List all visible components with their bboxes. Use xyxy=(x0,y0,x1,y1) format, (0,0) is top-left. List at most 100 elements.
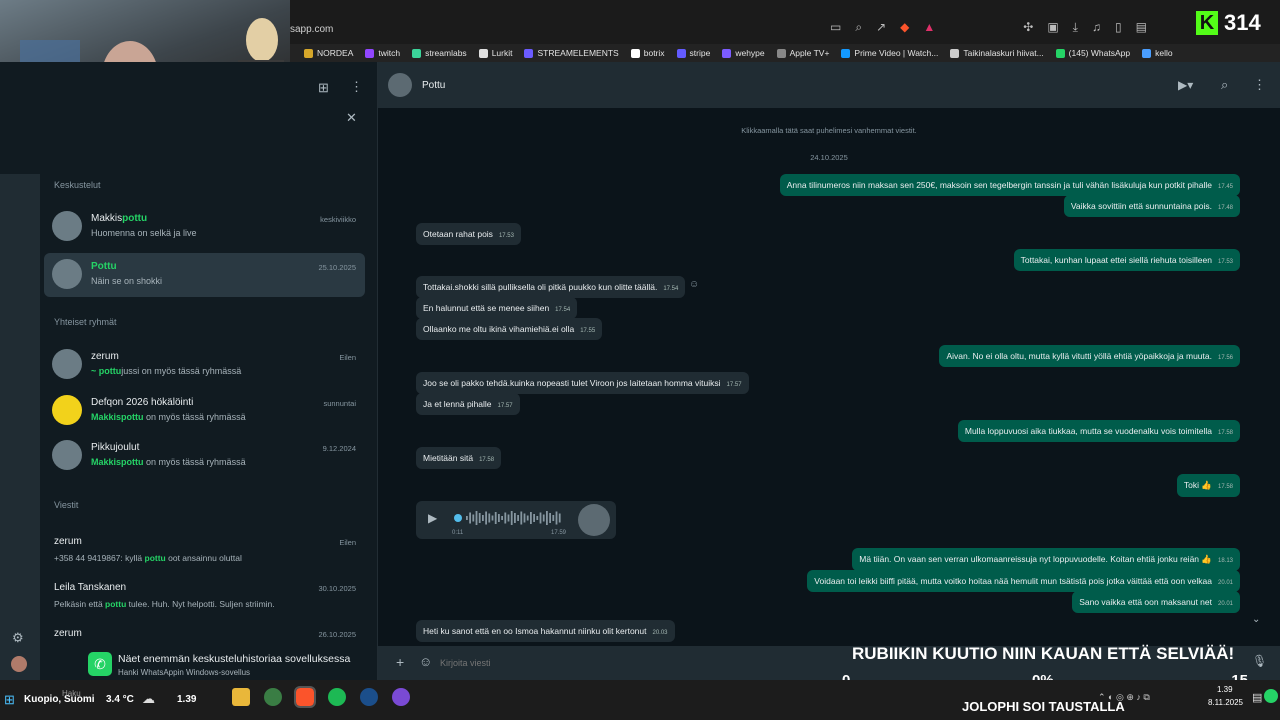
bookmark-item[interactable]: twitch xyxy=(365,48,400,58)
message-bubble[interactable]: Sano vaikka että oon maksanut net 20.01 xyxy=(1072,591,1240,613)
clear-search-icon[interactable]: ✕ xyxy=(346,110,357,126)
menu-icon[interactable]: ⋮ xyxy=(350,79,363,95)
waveform-bar xyxy=(485,511,487,525)
message-bubble[interactable]: Ollaanko me oltu ikinä vihamiehiä.ei oll… xyxy=(416,318,603,340)
bookmark-item[interactable]: Apple TV+ xyxy=(776,48,829,58)
bookmark-favicon-icon xyxy=(630,48,640,58)
bookmark-item[interactable]: Prime Video | Watch... xyxy=(841,48,938,58)
bookmark-item[interactable]: wehype xyxy=(722,48,765,58)
share-icon[interactable]: ↗ xyxy=(876,20,886,35)
bookmark-item[interactable]: stripe xyxy=(676,48,710,58)
message-time: 18.13 xyxy=(1217,558,1233,564)
profile-avatar[interactable] xyxy=(11,656,27,672)
play-icon[interactable]: ▶ xyxy=(428,511,437,525)
search-box[interactable]: Haku xyxy=(62,689,81,698)
message-bubble[interactable]: Joo se oli pakko tehdä.kuinka nopeasti t… xyxy=(416,372,749,394)
taskbar-value: 1.39 xyxy=(177,694,197,705)
group-row[interactable]: zerum ~ pottujussi on myös tässä ryhmässä… xyxy=(44,343,365,387)
message-time: 20.01 xyxy=(1217,580,1233,586)
chat-row[interactable]: Pottu Näin se on shokki 25.10.2025 xyxy=(44,253,365,297)
desktop-app-promo[interactable]: ✆ Näet enemmän keskusteluhistoriaa sovel… xyxy=(88,650,378,682)
start-icon[interactable]: ⊞ xyxy=(4,692,15,708)
clock-date[interactable]: 8.11.2025 xyxy=(1208,698,1243,707)
voice-message[interactable]: ▶ 0:11 17.59 xyxy=(416,501,616,539)
media-icon[interactable]: ♫ xyxy=(1092,20,1101,35)
message-bubble[interactable]: Vaikka sovittiin että sunnuntaina pois. 1… xyxy=(1063,195,1240,217)
settings-gear-icon[interactable]: ⚙ xyxy=(12,630,24,646)
bookmark-item[interactable]: streamlabs xyxy=(412,48,467,58)
attach-plus-icon[interactable]: + xyxy=(396,654,404,670)
video-call-icon[interactable]: ▶▾ xyxy=(1178,78,1193,92)
address-bar[interactable]: sapp.com xyxy=(290,24,333,35)
message-bubble[interactable]: Voidaan toi leikki biiffi pitää, mutta v… xyxy=(807,570,1240,592)
message-bubble[interactable]: En halunnut että se menee siihen 17.54 xyxy=(416,297,578,319)
group-time: Eilen xyxy=(339,353,356,362)
message-bubble[interactable]: Mä tiiän. On vaan sen verran ulkomaanrei… xyxy=(852,548,1240,571)
bookmark-label: NORDEA xyxy=(317,48,354,58)
message-input[interactable] xyxy=(440,653,840,673)
whatsapp-tray-icon[interactable] xyxy=(1264,689,1278,703)
emoji-icon[interactable]: ☺ xyxy=(419,654,432,669)
zoom-icon[interactable]: ⌕ xyxy=(855,20,862,35)
group-members: Makkispottu on myös tässä ryhmässä xyxy=(91,412,246,422)
menu-icon[interactable]: ⋮ xyxy=(1253,77,1266,93)
bookmark-item[interactable]: Taikinalaskuri hiivat... xyxy=(950,48,1044,58)
message-bubble[interactable]: Heti ku sanot että en oo Ismoa hakannut … xyxy=(416,620,675,642)
wallet-icon[interactable]: ▤ xyxy=(1136,20,1147,35)
contact-avatar[interactable] xyxy=(388,73,412,97)
playback-dot[interactable] xyxy=(454,514,462,522)
new-chat-icon[interactable]: ⊞ xyxy=(318,80,329,96)
microphone-icon[interactable]: 🎙 xyxy=(1252,654,1267,668)
message-bubble[interactable]: Mulla loppuvuosi aika tiukkaa, mutta se … xyxy=(957,420,1240,442)
weather-location[interactable]: Kuopio, Suomi xyxy=(24,694,95,705)
file-explorer-icon[interactable] xyxy=(232,688,250,706)
obs-icon[interactable] xyxy=(392,688,410,706)
message-time: 17.57 xyxy=(497,403,513,409)
chrome-icon[interactable] xyxy=(264,688,282,706)
sidebar-toggle-icon[interactable]: ▯ xyxy=(1115,20,1122,35)
contact-name[interactable]: Pottu xyxy=(422,80,445,91)
spotify-icon[interactable] xyxy=(328,688,346,706)
message-bubble[interactable]: Aivan. No ei olla oltu, mutta kyllä vitu… xyxy=(939,345,1240,367)
chat-row[interactable]: Makkispottu Huomenna on selkä ja live kesk… xyxy=(44,205,365,249)
download-icon[interactable]: ⤓ xyxy=(1073,20,1078,35)
emoji-reaction-icon[interactable]: ☺ xyxy=(689,279,699,290)
message-bubble[interactable]: Anna tilinumeros niin maksan sen 250€, m… xyxy=(779,174,1240,196)
message-bubble[interactable]: Otetaan rahat pois 17.53 xyxy=(416,223,521,245)
group-row[interactable]: Pikkujoulut Makkispottu on myös tässä ryh… xyxy=(44,434,365,478)
bookmark-item[interactable]: NORDEA xyxy=(304,48,353,58)
message-text: En halunnut että se menee siihen xyxy=(423,303,550,313)
cloud-icon: ☁ xyxy=(142,691,155,706)
message-result-time: 30.10.2025 xyxy=(318,584,356,593)
message-result-row[interactable]: Leila Tanskanen Pelkäsin että pottu tulee… xyxy=(54,582,356,609)
message-bubble[interactable]: Toki 👍 17.58 xyxy=(1176,474,1240,497)
bookmark-item[interactable]: botrix xyxy=(630,48,665,58)
group-row[interactable]: Defqon 2026 hökälöinti Makkispottu on myö… xyxy=(44,389,365,433)
clock-time[interactable]: 1.39 xyxy=(1217,685,1233,694)
bookmark-item[interactable]: STREAMELEMENTS xyxy=(524,48,619,58)
older-messages-note[interactable]: Klikkaamalla tätä saat puhelimesi vanhem… xyxy=(378,126,1280,135)
bookmark-favicon-icon xyxy=(722,48,732,58)
brave-rewards-icon[interactable]: ▲ xyxy=(923,20,935,35)
tab-search-icon[interactable]: ▣ xyxy=(1047,20,1058,35)
message-bubble[interactable]: Ja et lennä pihalle 17.57 xyxy=(416,393,520,415)
notification-icon[interactable]: ▤ xyxy=(1252,691,1262,704)
message-bubble[interactable]: Tottakai.shokki sillä pulliksella oli pi… xyxy=(416,276,686,298)
message-result-row[interactable]: zerum 26.10.2025 xyxy=(54,628,356,645)
bookmark-label: kello xyxy=(1155,48,1173,58)
search-icon[interactable]: ⌕ xyxy=(1221,77,1228,93)
scroll-down-icon[interactable]: ⌄ xyxy=(1252,614,1260,625)
bookmark-item[interactable]: kello xyxy=(1142,48,1173,58)
brave-shield-icon[interactable]: ◆ xyxy=(900,20,909,35)
steam-icon[interactable] xyxy=(360,688,378,706)
extensions-icon[interactable]: ✣ xyxy=(1023,20,1033,35)
waveform-bar xyxy=(504,512,507,524)
bookmark-item[interactable]: (145) WhatsApp xyxy=(1055,48,1130,58)
brave-icon[interactable] xyxy=(294,686,316,708)
screen-icon[interactable]: ▭ xyxy=(830,20,841,35)
message-bubble[interactable]: Mietitään sitä 17.58 xyxy=(416,447,502,469)
chat-preview: Huomenna on selkä ja live xyxy=(91,228,197,238)
message-result-row[interactable]: zerum +358 44 9419867: kyllä pottu oot an… xyxy=(54,536,356,563)
bookmark-item[interactable]: Lurkit xyxy=(478,48,512,58)
message-bubble[interactable]: Tottakai, kunhan lupaat ettei siellä rie… xyxy=(1013,249,1240,271)
